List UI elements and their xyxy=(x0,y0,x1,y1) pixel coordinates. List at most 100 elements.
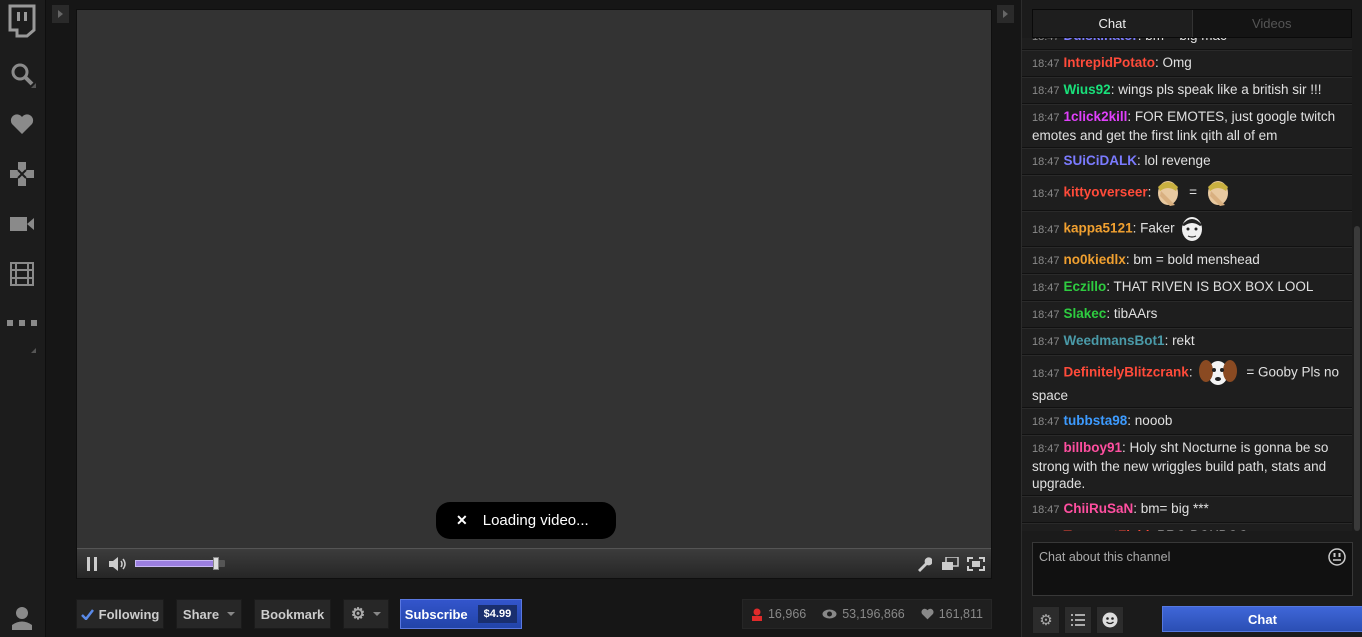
subscribe-button[interactable]: Subscribe $4.99 xyxy=(400,599,522,629)
video-player[interactable]: ✕ Loading video... xyxy=(76,9,992,579)
message-text: : Omg xyxy=(1155,55,1192,70)
message-username[interactable]: WeedmansBot1 xyxy=(1064,333,1165,348)
bookmark-button[interactable]: Bookmark xyxy=(254,599,331,629)
message-timestamp: 18:47 xyxy=(1032,416,1060,428)
tab-videos[interactable]: Videos xyxy=(1192,10,1351,37)
tab-chat[interactable]: Chat xyxy=(1033,10,1193,37)
message-username[interactable]: tubbsta98 xyxy=(1064,413,1128,428)
face-emote-icon xyxy=(1175,217,1209,241)
viewer-icon xyxy=(751,608,762,621)
message-username[interactable]: ChiiRuSaN xyxy=(1064,501,1134,516)
message-username[interactable]: no0kiedlx xyxy=(1064,252,1126,267)
chat-settings-button[interactable]: ⚙ xyxy=(1032,606,1060,634)
collapse-chat-button[interactable] xyxy=(997,5,1014,23)
message-timestamp: 18:47 xyxy=(1032,85,1060,97)
chat-message: 18:47 no0kiedlx: bm = bold menshead xyxy=(1022,247,1352,274)
chat-message-list[interactable]: 18:47 Dulskinator: bm = big mac 18:47 Intre… xyxy=(1022,38,1352,531)
chat-input[interactable]: Chat about this channel xyxy=(1032,542,1353,596)
message-timestamp: 18:47 xyxy=(1032,58,1060,70)
message-text: : bm= big *** xyxy=(1133,501,1209,516)
chat-message: 18:47 Dulskinator: bm = big mac xyxy=(1022,38,1352,50)
message-username[interactable]: Slakec xyxy=(1064,306,1107,321)
chat-message: 18:47 kappa5121: Faker xyxy=(1022,211,1352,247)
volume-thumb[interactable] xyxy=(213,557,219,570)
views-stat: 53,196,866 xyxy=(822,607,905,621)
following-button[interactable]: Following xyxy=(76,599,164,629)
emoticon-icon[interactable] xyxy=(1328,548,1346,566)
message-timestamp: 18:47 xyxy=(1032,255,1060,267)
followers-stat: 161,811 xyxy=(921,607,983,621)
message-username[interactable]: SUiCiDALK xyxy=(1064,153,1138,168)
message-text: : rekt xyxy=(1164,333,1195,348)
facepalm-emote-icon xyxy=(1151,181,1185,206)
message-username[interactable]: Wius92 xyxy=(1064,82,1111,97)
message-timestamp: 18:47 xyxy=(1032,282,1060,294)
chat-message: 18:47 Eczillo: THAT RIVEN IS BOX BOX LOOL xyxy=(1022,274,1352,301)
message-username[interactable]: Dulskinator xyxy=(1064,38,1138,43)
message-timestamp: 18:47 xyxy=(1032,504,1060,516)
message-timestamp: 18:47 xyxy=(1032,156,1060,168)
message-username[interactable]: kappa5121 xyxy=(1064,221,1133,236)
check-icon xyxy=(80,608,94,620)
facepalm-emote-icon xyxy=(1201,181,1235,206)
settings-dropdown[interactable]: ⚙ xyxy=(343,599,389,629)
gear-icon: ⚙ xyxy=(350,606,366,623)
share-button[interactable]: Share xyxy=(176,599,242,629)
share-label: Share xyxy=(182,606,220,622)
following-label: Following xyxy=(98,606,160,622)
message-username[interactable]: TempestField xyxy=(1064,528,1150,531)
chat-message: 18:47 DefinitelyBlitzcrank: = Gooby Pls n… xyxy=(1022,355,1352,408)
left-nav xyxy=(0,0,46,637)
viewer-list-button[interactable] xyxy=(1064,606,1092,634)
message-text: : lol revenge xyxy=(1137,153,1211,168)
fullscreen-icon[interactable] xyxy=(965,553,987,575)
message-username[interactable]: billboy91 xyxy=(1064,440,1123,455)
list-icon xyxy=(1071,614,1085,626)
popout-icon[interactable] xyxy=(939,553,961,575)
wrench-icon[interactable] xyxy=(913,553,935,575)
message-username[interactable]: 1click2kill xyxy=(1064,109,1128,124)
film-icon[interactable] xyxy=(6,258,38,290)
gamepad-icon[interactable] xyxy=(6,158,38,190)
bookmark-label: Bookmark xyxy=(260,606,325,622)
chat-message: 18:47 SUiCiDALK: lol revenge xyxy=(1022,148,1352,175)
message-text: : Faker xyxy=(1132,220,1175,236)
message-timestamp: 18:47 xyxy=(1032,187,1060,200)
message-username[interactable]: kittyoverseer xyxy=(1064,185,1148,200)
channel-actions: Following Share Bookmark ⚙ Subscribe $4.… xyxy=(76,599,992,629)
message-timestamp: 18:47 xyxy=(1032,336,1060,348)
message-text: : bm = big mac xyxy=(1138,38,1227,43)
pause-button[interactable] xyxy=(81,553,103,575)
more-icon[interactable] xyxy=(6,307,38,353)
message-text: : wings pls speak like a british sir !!! xyxy=(1110,82,1322,97)
chat-input-placeholder: Chat about this channel xyxy=(1039,550,1171,564)
volume-icon[interactable] xyxy=(107,553,129,575)
heart-icon[interactable] xyxy=(6,108,38,140)
chat-tabs: Chat Videos xyxy=(1032,9,1352,38)
dog-emote-icon xyxy=(1193,360,1243,385)
chat-message: 18:47 1click2kill: FOR EMOTES, just googl… xyxy=(1022,104,1352,148)
camera-icon[interactable] xyxy=(6,208,38,240)
user-icon[interactable] xyxy=(6,602,38,634)
message-username[interactable]: Eczillo xyxy=(1064,279,1107,294)
message-timestamp: 18:47 xyxy=(1032,367,1060,380)
message-username[interactable]: IntrepidPotato xyxy=(1064,55,1156,70)
search-icon[interactable] xyxy=(6,58,38,90)
message-text: : nooob xyxy=(1127,413,1173,428)
chat-send-button[interactable]: Chat xyxy=(1162,606,1362,632)
message-text: = xyxy=(1185,184,1201,200)
message-timestamp: 18:47 xyxy=(1032,112,1060,124)
emote-picker-button[interactable] xyxy=(1096,606,1124,634)
volume-slider[interactable] xyxy=(135,557,225,570)
close-icon[interactable]: ✕ xyxy=(456,512,468,529)
chat-message: 18:47 Wius92: wings pls speak like a brit… xyxy=(1022,77,1352,104)
message-timestamp: 18:47 xyxy=(1032,223,1060,236)
chat-scrollbar[interactable] xyxy=(1354,226,1360,531)
collapse-left-nav-button[interactable] xyxy=(52,5,69,23)
chat-message: 18:47TempestField: PRO BOXBOC xyxy=(1022,523,1352,531)
volume-fill xyxy=(135,560,216,567)
heart-icon xyxy=(921,608,934,620)
logo-icon[interactable] xyxy=(6,4,38,38)
message-timestamp: 18:47 xyxy=(1032,38,1060,43)
message-username[interactable]: DefinitelyBlitzcrank xyxy=(1064,365,1189,380)
